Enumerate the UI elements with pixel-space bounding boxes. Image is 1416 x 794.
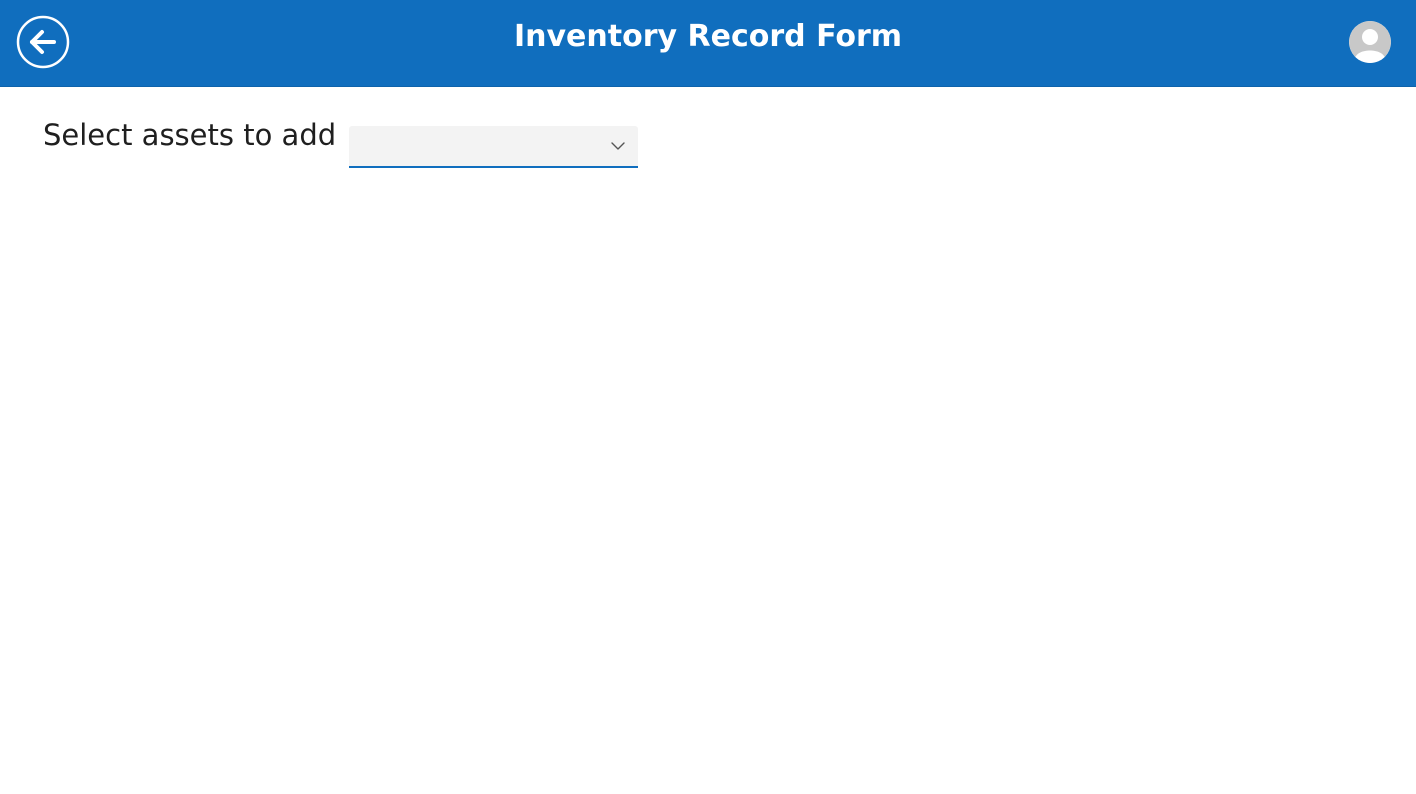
- chevron-down-icon: [611, 141, 625, 151]
- assets-label: Select assets to add: [43, 118, 337, 152]
- user-avatar-icon[interactable]: [1349, 21, 1391, 63]
- header-bar: Inventory Record Form: [0, 0, 1416, 87]
- page-title: Inventory Record Form: [513, 19, 903, 54]
- assets-dropdown[interactable]: [349, 126, 638, 168]
- app-screen: Inventory Record Form Select assets to a…: [0, 0, 1416, 794]
